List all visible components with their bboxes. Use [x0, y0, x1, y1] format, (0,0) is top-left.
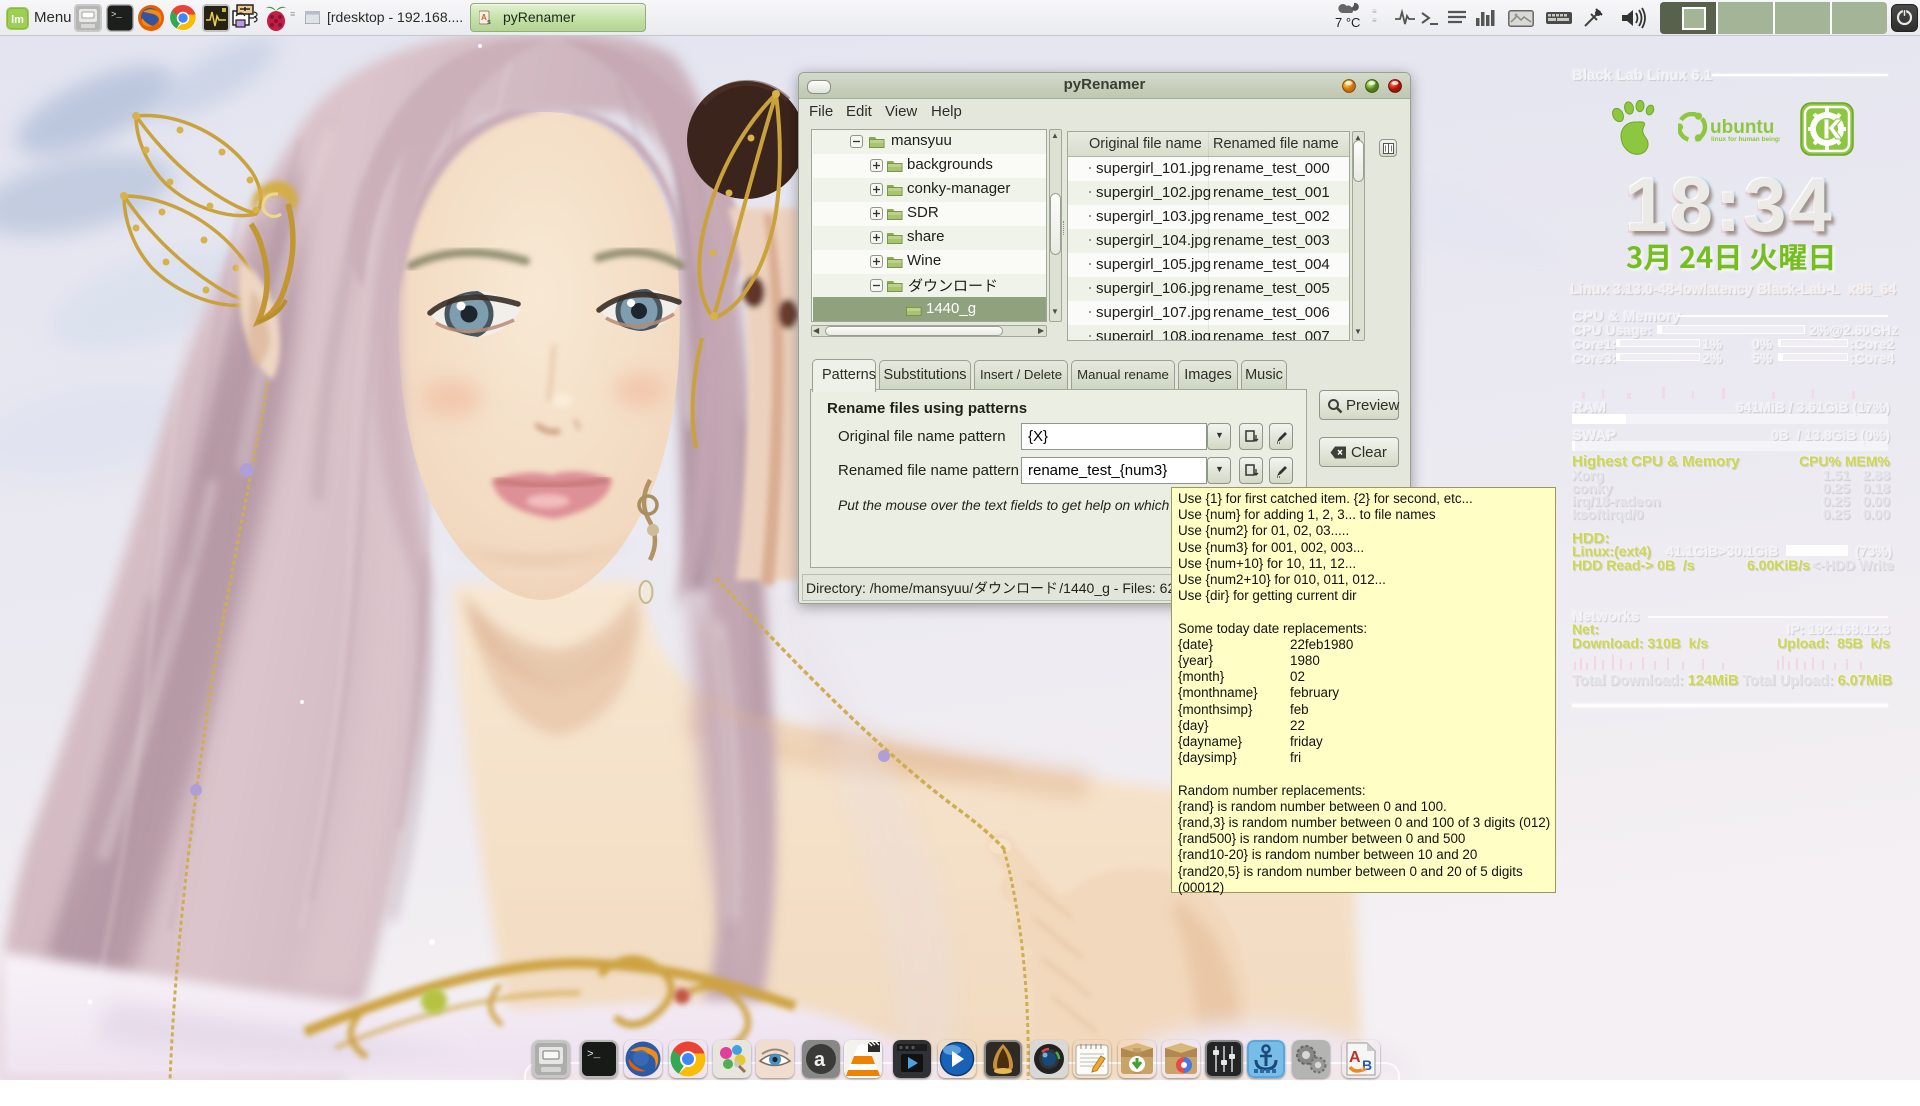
svg-text:>_: >_	[587, 1049, 601, 1061]
svg-text:ubuntu: ubuntu	[1710, 117, 1774, 138]
svg-text:>_: >_	[111, 10, 122, 20]
svg-text:A: A	[1349, 1049, 1361, 1066]
svg-text:a: a	[814, 1049, 826, 1071]
svg-text:lm: lm	[11, 14, 24, 26]
svg-text:linux for human beings: linux for human beings	[1711, 136, 1780, 143]
svg-text:s: s	[487, 19, 491, 26]
